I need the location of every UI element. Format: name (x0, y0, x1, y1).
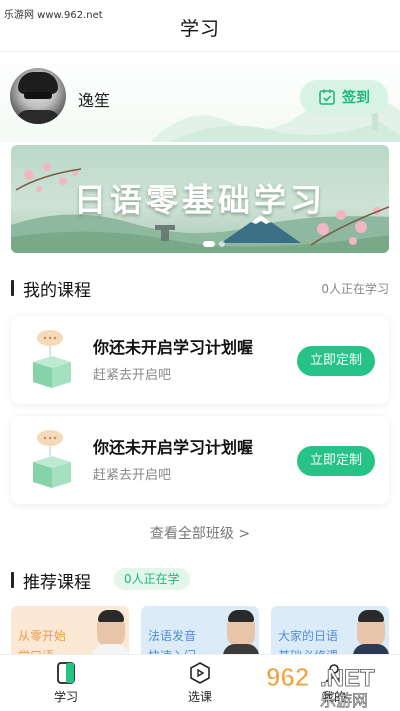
teacher-photo (97, 610, 125, 646)
section-marker (11, 280, 14, 296)
site-watermark: 乐游网 www.962.net (4, 10, 103, 21)
svg-text:962: 962 (266, 662, 309, 692)
empty-box-icon (33, 430, 71, 488)
section-marker (11, 572, 14, 588)
teacher-photo (357, 610, 385, 646)
section-title: 我的课程 (23, 281, 91, 301)
card-subtitle: 赶紧去开启吧 (93, 368, 172, 383)
my-courses-header: 我的课程 0人正在学习 (11, 276, 389, 301)
svg-text:乐游网: 乐游网 (320, 691, 368, 710)
section-title: 推荐课程 (23, 573, 91, 593)
calendar-check-icon (319, 89, 335, 105)
recommended-header: 推荐课程 0人正在学 (11, 568, 389, 593)
avatar[interactable] (10, 68, 66, 124)
view-all-classes-link[interactable]: 查看全部班级 > (0, 523, 400, 543)
learning-count: 0人正在学习 (321, 282, 389, 296)
brand-watermark-logo: 962 .NET 乐游网 (266, 662, 376, 711)
card-subtitle: 赶紧去开启吧 (93, 468, 172, 483)
study-icon (57, 662, 75, 684)
username: 逸笙 (78, 91, 111, 110)
profile-section: 逸笙 签到 (0, 52, 400, 142)
tile-line: 大家的日语 (278, 629, 339, 643)
app-screen: 学习 乐游网 www.962.net 逸笙 签到 日语零基础学习 我的课程 0人… (0, 0, 400, 711)
course-card[interactable]: 你还未开启学习计划喔 赶紧去开启吧 立即定制 (11, 416, 389, 504)
tab-label: 选课 (187, 690, 212, 704)
teacher-photo (227, 610, 255, 646)
learning-badge: 0人正在学 (114, 568, 190, 590)
empty-box-icon (33, 330, 71, 388)
play-course-icon (190, 662, 210, 684)
signin-button[interactable]: 签到 (300, 80, 388, 114)
pagination-dot[interactable] (219, 241, 225, 247)
banner-pagination (203, 241, 225, 247)
customize-button[interactable]: 立即定制 (297, 346, 375, 376)
tile-line: 从零开始 (18, 629, 67, 643)
card-title: 你还未开启学习计划喔 (93, 438, 254, 457)
tab-label: 学习 (53, 690, 78, 704)
signin-label: 签到 (342, 90, 370, 106)
tab-study[interactable]: 学习 (36, 661, 96, 705)
customize-button[interactable]: 立即定制 (297, 446, 375, 476)
card-title: 你还未开启学习计划喔 (93, 338, 254, 357)
tile-line: 法语发音 (148, 629, 197, 643)
svg-text:.NET: .NET (320, 665, 375, 692)
course-card[interactable]: 你还未开启学习计划喔 赶紧去开启吧 立即定制 (11, 316, 389, 404)
pagination-dot[interactable] (203, 241, 215, 247)
tab-course-selection[interactable]: 选课 (170, 661, 230, 705)
banner-title: 日语零基础学习 (73, 181, 326, 219)
course-banner[interactable]: 日语零基础学习 (11, 145, 389, 253)
